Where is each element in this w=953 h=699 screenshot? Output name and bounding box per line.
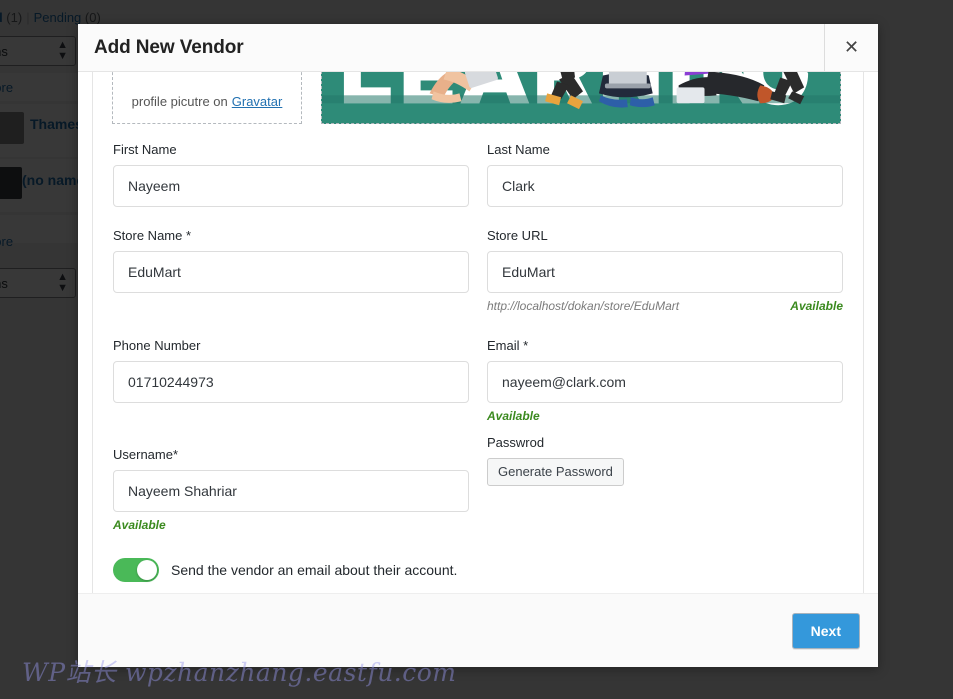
modal-title: Add New Vendor <box>94 36 244 58</box>
notify-vendor-label: Send the vendor an email about their acc… <box>171 562 458 578</box>
store-name-label: Store Name * <box>113 228 192 243</box>
close-icon[interactable]: ✕ <box>824 24 878 71</box>
field-store-name: Store Name * <box>113 228 469 314</box>
field-username: Username* Available <box>113 423 469 532</box>
toggle-knob <box>137 560 157 580</box>
store-banner-image <box>322 72 840 123</box>
notify-vendor-toggle[interactable] <box>113 558 159 582</box>
modal-header: Add New Vendor ✕ <box>78 24 878 72</box>
last-name-help <box>487 213 843 228</box>
field-last-name: Last Name <box>487 142 843 228</box>
store-url-availability: Available <box>790 299 843 313</box>
phone-number-label: Phone Number <box>113 338 201 353</box>
modal-body: profile picutre on Gravatar First Name N… <box>78 72 878 593</box>
store-name-help <box>113 299 469 314</box>
username-label: Username* <box>113 447 179 462</box>
store-url-help: http://localhost/dokan/store/EduMart Ava… <box>487 299 843 314</box>
vendor-form-grid: First Name Last Name Store Name * <box>93 124 863 532</box>
gravatar-hint-text: profile picutre on <box>131 94 228 109</box>
field-first-name: First Name <box>113 142 469 228</box>
generate-password-button[interactable]: Generate Password <box>487 458 624 486</box>
email-label: Email * <box>487 338 529 353</box>
field-store-url: Store URL http://localhost/dokan/store/E… <box>487 228 843 314</box>
next-button[interactable]: Next <box>791 612 860 649</box>
field-phone-number: Phone Number <box>113 314 469 423</box>
phone-number-input[interactable] <box>113 361 469 403</box>
username-input[interactable] <box>113 470 469 512</box>
gravatar-link[interactable]: Gravatar <box>232 94 283 109</box>
store-url-label: Store URL <box>487 228 548 243</box>
store-banner-upload[interactable] <box>321 72 841 124</box>
field-password: Passwrod Generate Password <box>487 423 843 532</box>
store-url-preview: http://localhost/dokan/store/EduMart <box>487 299 680 313</box>
media-upload-row: profile picutre on Gravatar <box>93 72 863 124</box>
email-availability: Available <box>487 409 540 423</box>
modal-footer: Next <box>78 593 878 667</box>
notify-vendor-row: Send the vendor an email about their acc… <box>93 532 863 582</box>
vendor-form-panel: profile picutre on Gravatar First Name N… <box>92 72 864 593</box>
last-name-input[interactable] <box>487 165 843 207</box>
profile-picture-upload[interactable]: profile picutre on Gravatar <box>112 72 302 124</box>
first-name-input[interactable] <box>113 165 469 207</box>
add-new-vendor-modal: Add New Vendor ✕ profile picutre on Grava… <box>78 24 878 667</box>
first-name-label: First Name <box>113 142 177 157</box>
username-availability: Available <box>113 518 166 532</box>
last-name-label: Last Name <box>487 142 550 157</box>
first-name-help <box>113 213 469 228</box>
password-label: Passwrod <box>487 435 545 450</box>
email-input[interactable] <box>487 361 843 403</box>
field-email: Email * Available <box>487 314 843 423</box>
store-url-input[interactable] <box>487 251 843 293</box>
store-name-input[interactable] <box>113 251 469 293</box>
